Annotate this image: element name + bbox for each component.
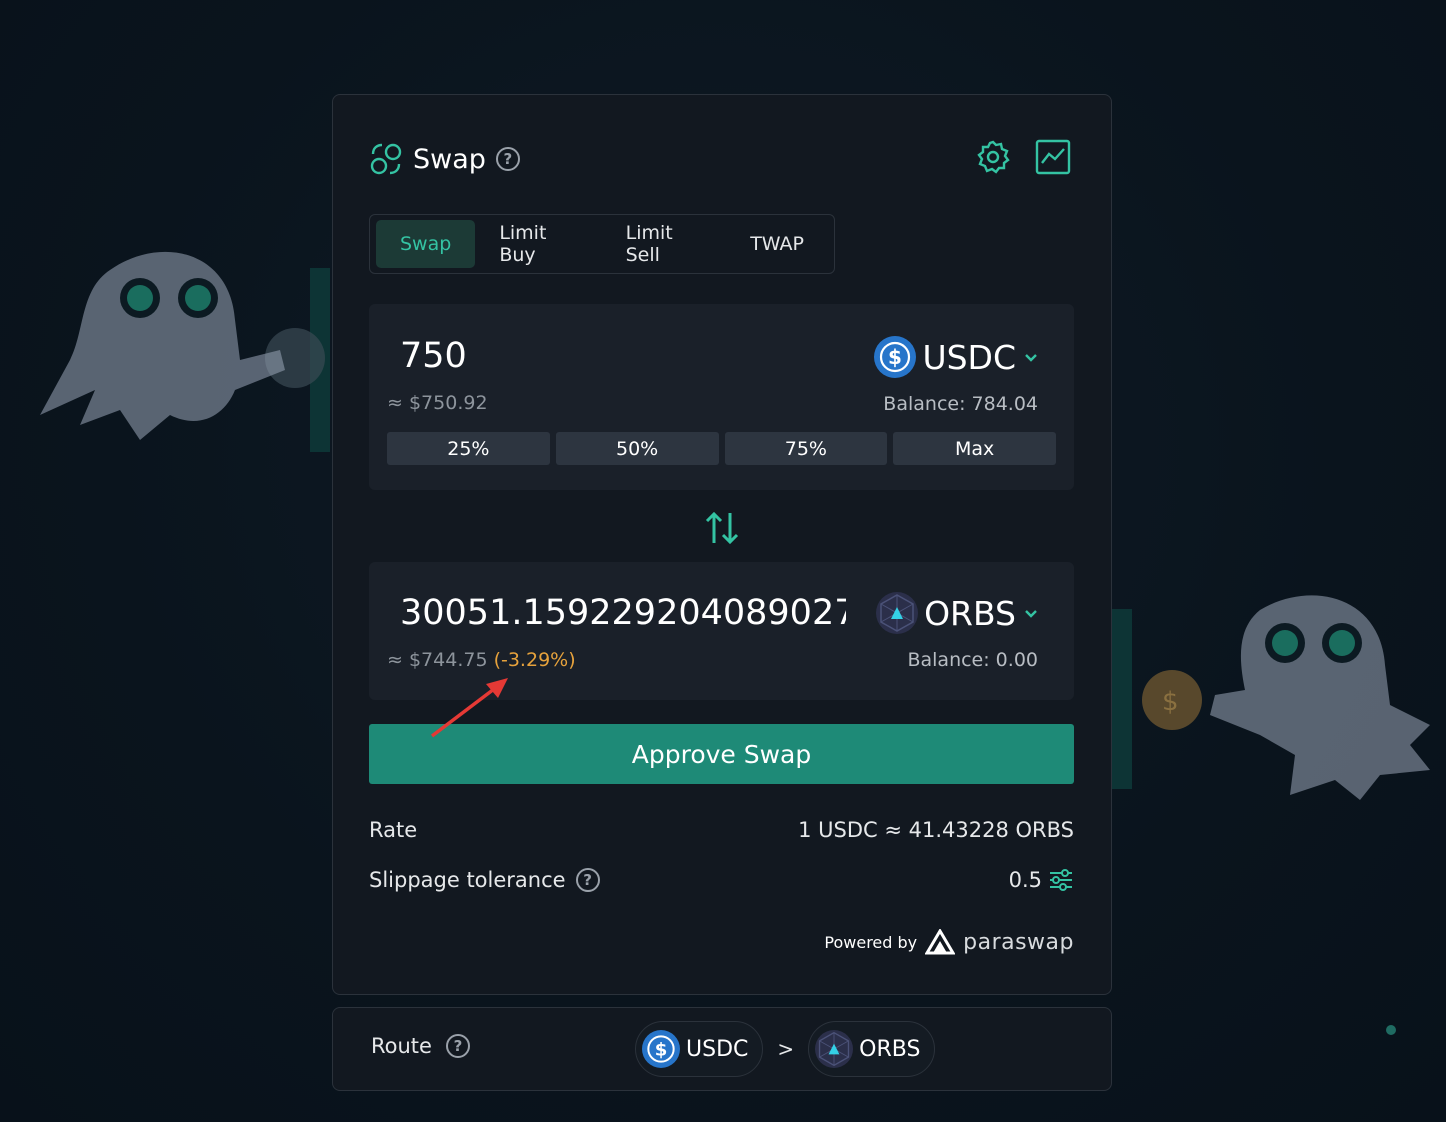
from-amount-input[interactable]: 750 [400, 336, 820, 376]
to-token-symbol: ORBS [924, 593, 1016, 633]
route-to-token: ORBS [859, 1036, 921, 1062]
annotation-arrow-icon [430, 678, 508, 738]
to-usd-amount: ≈ $744.75 [387, 649, 488, 671]
slippage-label: Slippage tolerance [369, 868, 566, 892]
percent-75-button[interactable]: 75% [724, 432, 888, 465]
route-label: Route [371, 1034, 432, 1058]
max-button[interactable]: Max [893, 432, 1056, 465]
rate-label: Rate [369, 818, 418, 842]
tab-twap[interactable]: TWAP [726, 220, 828, 268]
rate-row: Rate 1 USDC ≈ 41.43228 ORBS [369, 818, 1074, 842]
orbs-icon [815, 1030, 854, 1068]
route-chevron-icon: > [777, 1037, 795, 1061]
from-balance: Balance: 784.04 [883, 393, 1038, 415]
percent-25-button[interactable]: 25% [387, 432, 550, 465]
ghost-decoration-right: $ [1110, 595, 1430, 800]
to-balance: Balance: 0.00 [907, 649, 1038, 671]
route-panel: Route ? $ USDC > ORBS [332, 1007, 1112, 1091]
usdc-icon: $ [642, 1030, 680, 1068]
to-token-selector[interactable]: ORBS [876, 592, 1040, 634]
tab-swap[interactable]: Swap [376, 220, 476, 268]
from-token-panel: 750 ≈ $750.92 $ USDC Balance: 784.04 25%… [369, 304, 1074, 490]
svg-text:$: $ [888, 345, 902, 369]
route-chip-usdc: $ USDC [635, 1021, 764, 1077]
powered-by-text: Powered by [824, 932, 918, 952]
svg-text:$: $ [1162, 687, 1179, 717]
orbs-icon [876, 592, 919, 634]
help-icon[interactable]: ? [495, 147, 520, 171]
ghost-decoration-left [40, 251, 330, 452]
order-type-tabs: Swap Limit Buy Limit Sell TWAP [369, 214, 835, 274]
price-impact: (-3.29%) [493, 649, 576, 671]
chevron-down-icon [1025, 610, 1037, 618]
chart-icon[interactable] [1035, 139, 1071, 175]
slippage-row: Slippage tolerance ? 0.5 [369, 867, 1074, 893]
settings-gear-icon[interactable] [975, 139, 1011, 175]
swap-card: Swap ? Swap Limit Buy Limit Sell TWAP 75… [332, 94, 1112, 995]
slippage-settings-icon[interactable] [1048, 867, 1074, 893]
chevron-down-icon [1025, 354, 1037, 362]
page-title: Swap [413, 143, 486, 175]
swap-logo-icon [370, 143, 402, 175]
to-usd-value: ≈ $744.75 (-3.29%) [387, 649, 576, 671]
svg-text:$: $ [655, 1039, 668, 1060]
slippage-value: 0.5 [1008, 868, 1042, 892]
from-token-selector[interactable]: $ USDC [874, 336, 1040, 378]
slippage-help-icon[interactable]: ? [575, 868, 600, 892]
rate-value: 1 USDC ≈ 41.43228 ORBS [798, 818, 1074, 842]
route-help-icon[interactable]: ? [445, 1034, 470, 1058]
route-chip-orbs: ORBS [808, 1021, 936, 1077]
to-amount-output[interactable]: 30051.159229204089027866 [400, 593, 846, 633]
percent-buttons: 25% 50% 75% Max [387, 432, 1056, 465]
powered-by: Powered by paraswap [824, 929, 1074, 955]
route-header: Route ? [371, 1034, 470, 1058]
swap-header: Swap ? [369, 139, 1071, 179]
switch-arrows-icon[interactable] [703, 509, 741, 547]
decorative-dot [1386, 1025, 1396, 1035]
usdc-icon: $ [874, 336, 917, 378]
from-token-symbol: USDC [922, 337, 1016, 377]
percent-50-button[interactable]: 50% [555, 432, 719, 465]
route-chips: $ USDC > ORBS [635, 1021, 936, 1077]
paraswap-brand[interactable]: paraswap [963, 930, 1074, 955]
paraswap-logo-icon [925, 929, 956, 955]
route-from-token: USDC [686, 1036, 749, 1062]
from-usd-value: ≈ $750.92 [387, 392, 488, 414]
tab-limit-sell[interactable]: Limit Sell [602, 220, 727, 268]
tab-limit-buy[interactable]: Limit Buy [475, 220, 601, 268]
